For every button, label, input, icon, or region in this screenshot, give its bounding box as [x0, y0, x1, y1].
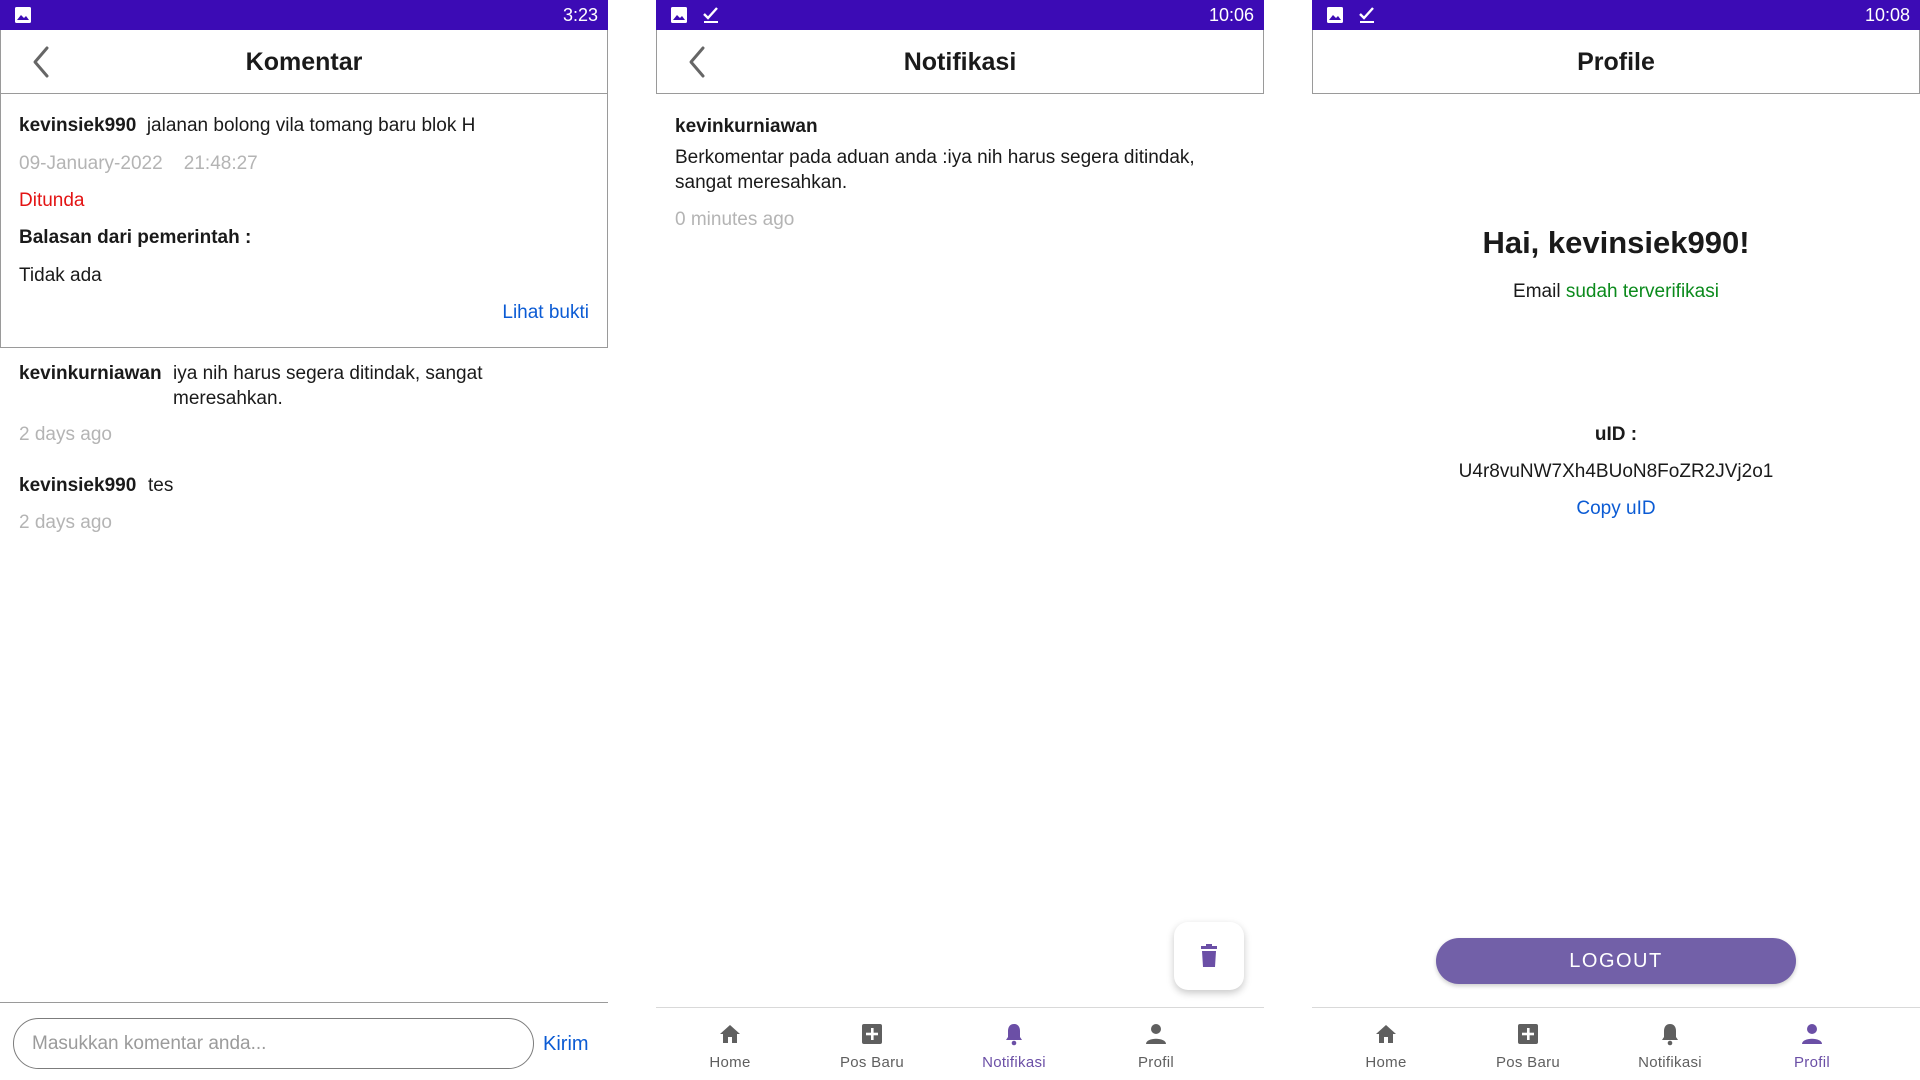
email-verified-text: sudah terverifikasi — [1565, 281, 1719, 302]
reply-value: Tidak ada — [19, 265, 102, 286]
nav-label: Notifikasi — [1638, 1054, 1702, 1071]
status-time: 3:23 — [562, 5, 598, 25]
nav-label: Pos Baru — [839, 1054, 905, 1071]
comment-time: 2 days ago — [19, 512, 112, 533]
app-bar: Notifikasi — [656, 30, 1264, 94]
page-title: Komentar — [245, 48, 363, 76]
comment-composer: Kirim — [0, 1002, 608, 1080]
nav-notifikasi[interactable]: Notifikasi — [943, 1008, 1085, 1080]
home-icon — [720, 1025, 740, 1043]
nav-pos-baru[interactable]: Pos Baru — [1457, 1008, 1599, 1080]
view-proof-link[interactable]: Lihat bukti — [502, 301, 589, 325]
nav-notifikasi[interactable]: Notifikasi — [1599, 1008, 1741, 1080]
trash-icon — [1201, 944, 1217, 967]
person-icon — [1146, 1024, 1166, 1044]
check-notification-icon — [1359, 7, 1374, 23]
email-label: Email — [1513, 281, 1561, 302]
notification-text: Berkomentar pada aduan anda :iya nih har… — [675, 147, 1195, 193]
status-bar: 3:23 — [0, 0, 608, 30]
add-box-icon — [862, 1024, 882, 1044]
complaint-time: 21:48:27 — [183, 153, 258, 174]
check-notification-icon — [703, 7, 718, 23]
nav-label: Profil — [1794, 1054, 1830, 1071]
person-icon — [1802, 1024, 1822, 1044]
uid-value: U4r8vuNW7Xh4BUoN8FoZR2JVj2o1 — [1458, 461, 1774, 482]
nav-label: Pos Baru — [1495, 1054, 1561, 1071]
status-time: 10:06 — [1208, 5, 1254, 25]
bell-icon — [1006, 1024, 1022, 1046]
complaint-timestamp: 09-January-2022 21:48:27 — [19, 152, 258, 176]
page-title: Profile — [1577, 48, 1655, 76]
page-title: Notifikasi — [903, 48, 1017, 76]
komentar-screen: 3:23 Komentar kevinsiek990 jalanan bolon… — [0, 0, 608, 1080]
add-box-icon — [1518, 1024, 1538, 1044]
comment-time: 2 days ago — [19, 424, 112, 445]
send-button[interactable]: Kirim — [543, 1033, 589, 1056]
bottom-navigation: Home Pos Baru Notifikasi Profil — [656, 1007, 1264, 1080]
complaint-date: 09-January-2022 — [19, 153, 163, 174]
nav-label: Home — [709, 1054, 751, 1071]
nav-profil[interactable]: Profil — [1741, 1008, 1883, 1080]
notifikasi-screen: 10:06 Notifikasi kevinkurniawan Berkomen… — [656, 0, 1264, 1080]
image-notification-icon — [1327, 7, 1343, 23]
nav-label: Profil — [1138, 1054, 1174, 1071]
email-status: Email sudah terverifikasi — [1312, 280, 1920, 304]
complaint-user[interactable]: kevinsiek990 — [19, 115, 136, 136]
reply-header: Balasan dari pemerintah : — [19, 227, 252, 248]
greeting: Hai, kevinsiek990! — [1482, 225, 1750, 260]
complaint-header: kevinsiek990 jalanan bolong vila tomang … — [19, 114, 475, 138]
nav-home[interactable]: Home — [1315, 1008, 1457, 1080]
bottom-navigation: Home Pos Baru Notifikasi Profil — [1312, 1007, 1920, 1080]
notification-user: kevinkurniawan — [675, 116, 818, 137]
status-time: 10:08 — [1864, 5, 1910, 25]
notification-time: 0 minutes ago — [675, 209, 795, 230]
image-notification-icon — [15, 7, 31, 23]
bell-icon — [1662, 1024, 1678, 1046]
comment-input[interactable] — [13, 1018, 534, 1069]
comment-text: iya nih harus segera ditindak, sangat me… — [173, 363, 483, 409]
comment-user[interactable]: kevinsiek990 — [19, 473, 136, 498]
nav-home[interactable]: Home — [659, 1008, 801, 1080]
image-notification-icon — [671, 7, 687, 23]
status-badge: Ditunda — [19, 190, 85, 211]
nav-profil[interactable]: Profil — [1085, 1008, 1227, 1080]
uid-label: uID : — [1594, 424, 1638, 445]
copy-uid-link[interactable]: Copy uID — [1312, 497, 1920, 521]
delete-all-button[interactable] — [1174, 922, 1244, 990]
complaint-text: jalanan bolong vila tomang baru blok H — [146, 115, 476, 136]
logout-button[interactable]: LOGOUT — [1436, 938, 1796, 984]
nav-pos-baru[interactable]: Pos Baru — [801, 1008, 943, 1080]
comment-user[interactable]: kevinkurniawan — [19, 361, 162, 386]
status-bar: 10:06 — [656, 0, 1264, 30]
home-icon — [1376, 1025, 1396, 1043]
nav-label: Home — [1365, 1054, 1407, 1071]
comment-text: tes — [148, 475, 174, 496]
profile-screen: 10:08 Profile Hai, kevinsiek990! Email s… — [1312, 0, 1920, 1080]
app-bar: Profile — [1312, 30, 1920, 94]
app-bar: Komentar — [0, 30, 608, 94]
nav-label: Notifikasi — [982, 1054, 1046, 1071]
status-bar: 10:08 — [1312, 0, 1920, 30]
